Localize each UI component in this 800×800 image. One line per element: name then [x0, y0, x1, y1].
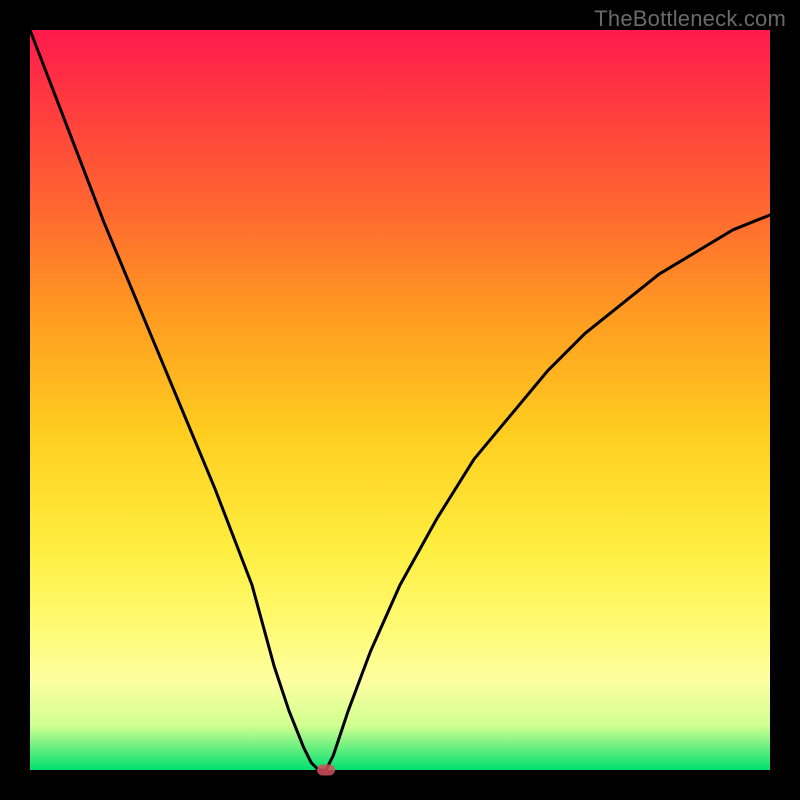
bottleneck-marker [317, 765, 335, 776]
chart-frame: TheBottleneck.com [0, 0, 800, 800]
chart-plot-area [30, 30, 770, 770]
watermark-text: TheBottleneck.com [594, 6, 786, 32]
bottleneck-curve [30, 30, 770, 770]
